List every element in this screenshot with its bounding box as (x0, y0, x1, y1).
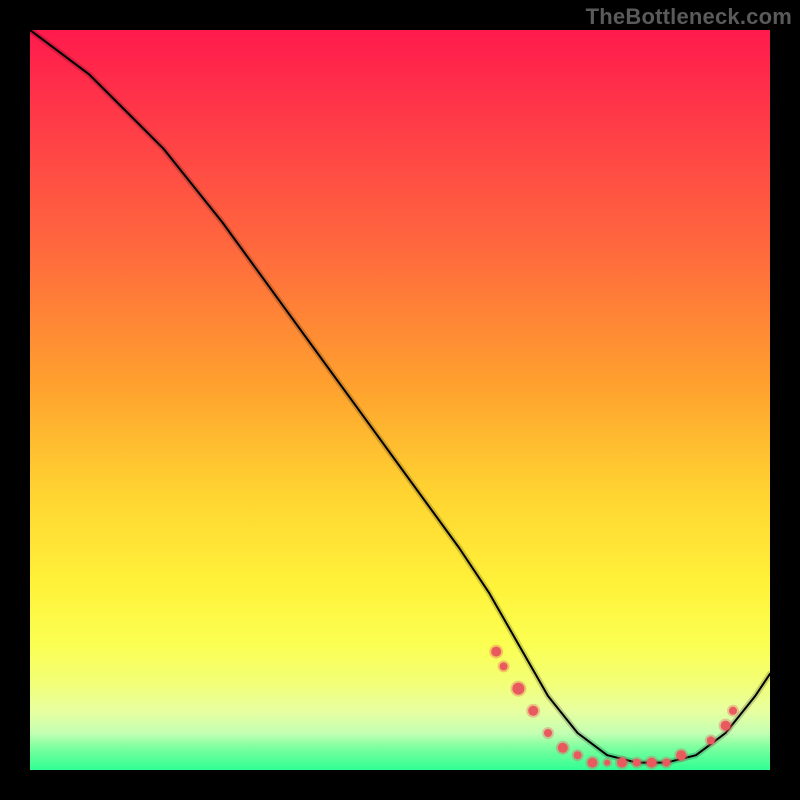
curve-svg (30, 30, 770, 770)
chart-container: TheBottleneck.com (0, 0, 800, 800)
marker-dot (662, 759, 670, 767)
marker-dot (676, 750, 686, 760)
marker-dot (729, 707, 737, 715)
marker-dot (500, 662, 508, 670)
marker-dot (647, 758, 657, 768)
marker-dot (512, 683, 524, 695)
marker-dot (491, 647, 501, 657)
marker-dot (707, 736, 715, 744)
bottleneck-curve (30, 30, 770, 763)
plot-area (30, 30, 770, 770)
marker-dot (558, 743, 568, 753)
marker-dot (633, 759, 641, 767)
marker-dot (528, 706, 538, 716)
marker-dot (574, 751, 582, 759)
marker-dot (544, 729, 552, 737)
curve-halo (30, 30, 770, 763)
watermark-text: TheBottleneck.com (586, 4, 792, 30)
marker-dot (587, 758, 597, 768)
marker-dot (721, 721, 731, 731)
marker-dot (617, 758, 627, 768)
marker-dot (604, 760, 610, 766)
